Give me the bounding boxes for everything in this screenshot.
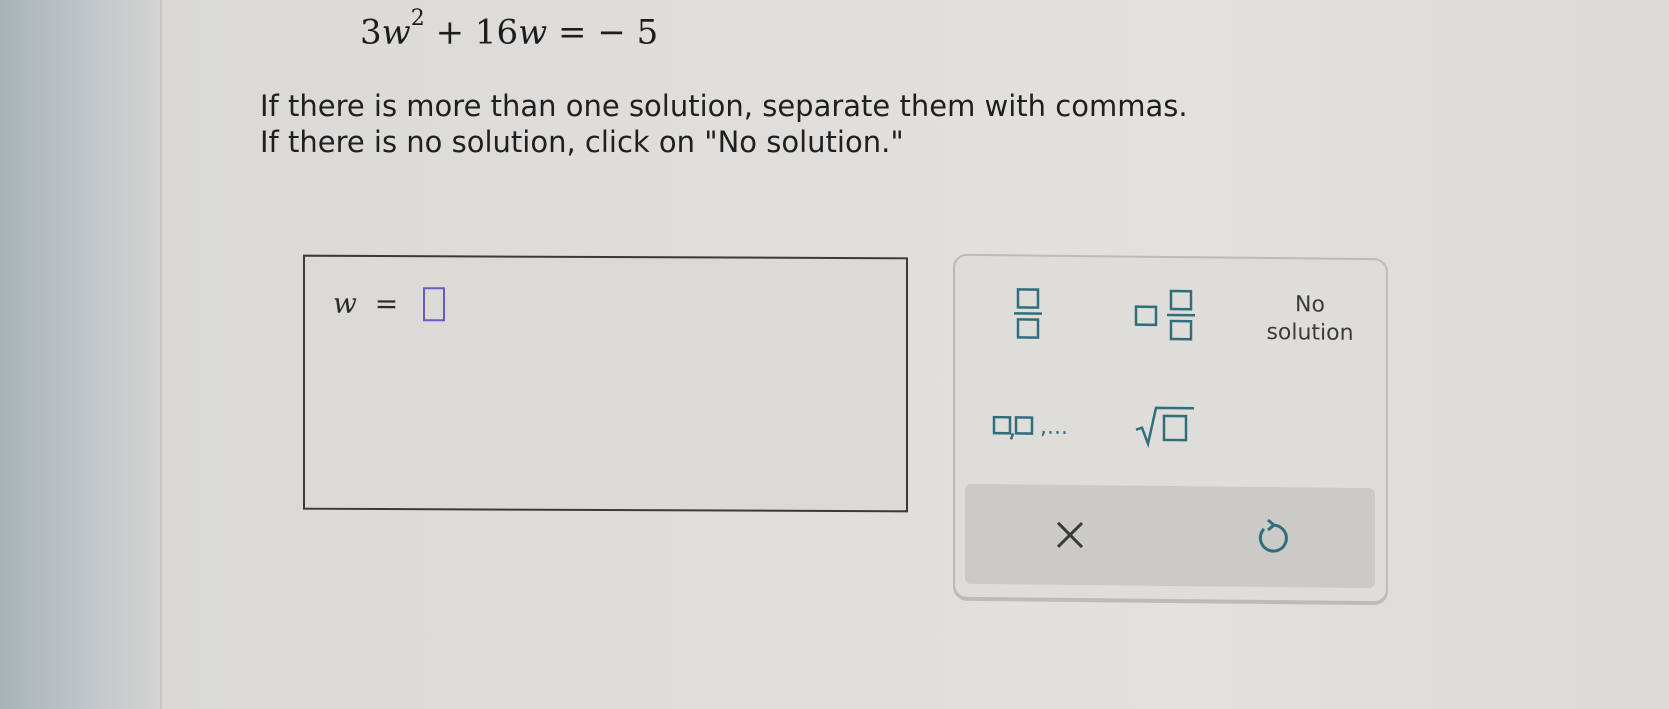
list-suffix: ,... [1040, 414, 1068, 440]
instruction-line-1: If there is more than one solution, sepa… [260, 89, 1188, 123]
math-keypad: No solution ,... [953, 253, 1388, 604]
answer-variable: w [333, 286, 357, 320]
answer-line: w = [333, 286, 446, 322]
screen: 3w2 + 16w = − 5 If there is more than on… [160, 0, 1669, 709]
fraction-icon [1013, 288, 1042, 339]
no-solution-label-1: No [1295, 292, 1325, 318]
clear-button[interactable] [1030, 505, 1110, 566]
no-solution-button[interactable]: No solution [1250, 289, 1370, 350]
action-bar [965, 483, 1375, 589]
square-root-button[interactable] [1125, 396, 1205, 457]
equation-variable-2: w [518, 12, 548, 53]
undo-button[interactable] [1233, 507, 1313, 568]
equation: 3w2 + 16w = − 5 [360, 6, 659, 53]
monitor-bezel [0, 0, 162, 709]
mixed-number-icon [1134, 289, 1195, 341]
fraction-button[interactable] [995, 278, 1060, 349]
equation-coef: 3 [360, 12, 382, 53]
equation-exponent: 2 [410, 6, 425, 31]
instructions: If there is more than one solution, sepa… [260, 88, 1188, 160]
equation-variable: w [381, 12, 411, 53]
no-solution-label-2: solution [1266, 320, 1354, 346]
answer-equals: = [374, 286, 399, 321]
mixed-number-button[interactable] [1125, 280, 1205, 351]
square-root-icon [1135, 406, 1194, 449]
undo-icon [1258, 518, 1288, 553]
list-button[interactable]: ,... [980, 401, 1080, 452]
close-icon [1056, 521, 1084, 549]
answer-input-slot[interactable] [423, 287, 446, 322]
instruction-line-2: If there is no solution, click on "No so… [260, 125, 904, 159]
equation-rhs: = − 5 [558, 12, 659, 53]
answer-box[interactable]: w = [303, 254, 908, 513]
equation-term: + 16 [435, 12, 519, 53]
